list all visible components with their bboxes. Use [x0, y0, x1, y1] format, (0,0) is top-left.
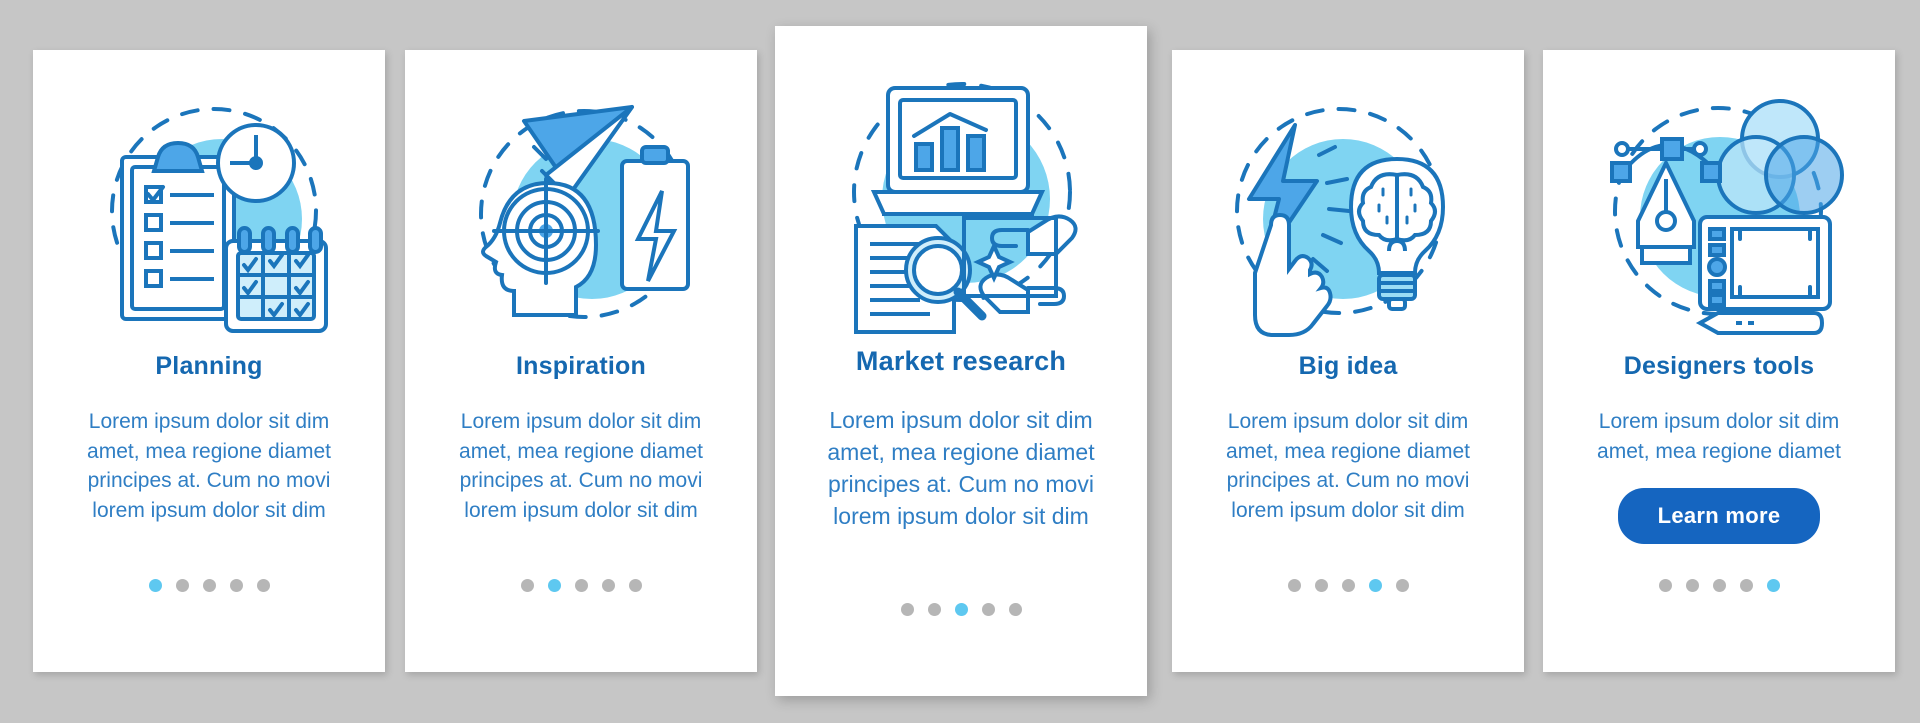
- card-title: Big idea: [1298, 352, 1398, 380]
- pagination-dot[interactable]: [256, 579, 270, 592]
- pagination-dots[interactable]: [405, 579, 757, 592]
- pagination-dot[interactable]: [927, 603, 941, 616]
- stylus-icon: [1695, 311, 1825, 335]
- pagination-dot[interactable]: [954, 603, 968, 616]
- clock-icon: [216, 123, 296, 203]
- card-body: Lorem ipsum dolor sit dim amet, mea regi…: [827, 407, 1095, 529]
- onboarding-card-planning[interactable]: Planning Lorem ipsum dolor sit dim amet,…: [33, 50, 385, 672]
- pagination-dot[interactable]: [1712, 579, 1726, 592]
- pagination-dot[interactable]: [1685, 579, 1699, 592]
- pagination-dot[interactable]: [1368, 579, 1382, 592]
- drawing-tablet-icon: [1698, 215, 1832, 311]
- pagination-dot[interactable]: [229, 579, 243, 592]
- pagination-dot[interactable]: [547, 579, 561, 592]
- calendar-icon: [224, 226, 328, 333]
- big-idea-illustration: [1172, 50, 1524, 350]
- pagination-dot[interactable]: [628, 579, 642, 592]
- pagination-dot[interactable]: [148, 579, 162, 592]
- pagination-dot[interactable]: [1766, 579, 1780, 592]
- pagination-dot[interactable]: [175, 579, 189, 592]
- battery-bolt-icon: [620, 145, 690, 291]
- card-title: Designers tools: [1623, 352, 1815, 380]
- pagination-dot[interactable]: [1658, 579, 1672, 592]
- pagination-dot[interactable]: [601, 579, 615, 592]
- pagination-dot[interactable]: [1395, 579, 1409, 592]
- pagination-dot[interactable]: [574, 579, 588, 592]
- card-title: Market research: [855, 346, 1067, 376]
- onboarding-card-inspiration[interactable]: Inspiration Lorem ipsum dolor sit dim am…: [405, 50, 757, 672]
- pagination-dot[interactable]: [1739, 579, 1753, 592]
- pagination-dot[interactable]: [981, 603, 995, 616]
- pagination-dot[interactable]: [1341, 579, 1355, 592]
- pagination-dots[interactable]: [1172, 579, 1524, 592]
- card-body: Lorem ipsum dolor sit dim amet, mea regi…: [459, 410, 703, 522]
- pagination-dots[interactable]: [775, 603, 1147, 616]
- card-body: Lorem ipsum dolor sit dim amet, mea regi…: [87, 410, 331, 522]
- onboarding-card-big-idea[interactable]: Big idea Lorem ipsum dolor sit dim amet,…: [1172, 50, 1524, 672]
- onboarding-screens-stage: Planning Lorem ipsum dolor sit dim amet,…: [0, 0, 1920, 723]
- onboarding-card-designers-tools[interactable]: Designers tools Lorem ipsum dolor sit di…: [1543, 50, 1895, 672]
- venn-circles-icon: [1716, 99, 1844, 215]
- card-title: Planning: [155, 352, 263, 380]
- card-body: Lorem ipsum dolor sit dim amet, mea regi…: [1226, 410, 1470, 522]
- pagination-dot[interactable]: [1287, 579, 1301, 592]
- pagination-dots[interactable]: [1543, 579, 1895, 592]
- designers-tools-illustration: [1543, 50, 1895, 350]
- pagination-dot[interactable]: [520, 579, 534, 592]
- pagination-dot[interactable]: [1314, 579, 1328, 592]
- planning-illustration: [33, 50, 385, 350]
- pagination-dot[interactable]: [900, 603, 914, 616]
- pagination-dot[interactable]: [202, 579, 216, 592]
- laptop-chart-icon: [870, 86, 1046, 216]
- market-research-illustration: [775, 26, 1147, 344]
- learn-more-button[interactable]: Learn more: [1617, 488, 1821, 544]
- pagination-dot[interactable]: [1008, 603, 1022, 616]
- card-title: Inspiration: [516, 352, 646, 380]
- pagination-dots[interactable]: [33, 579, 385, 592]
- inspiration-illustration: [405, 50, 757, 350]
- card-body: Lorem ipsum dolor sit dim amet, mea regi…: [1597, 410, 1841, 463]
- onboarding-card-market-research[interactable]: Market research Lorem ipsum dolor sit di…: [775, 26, 1147, 696]
